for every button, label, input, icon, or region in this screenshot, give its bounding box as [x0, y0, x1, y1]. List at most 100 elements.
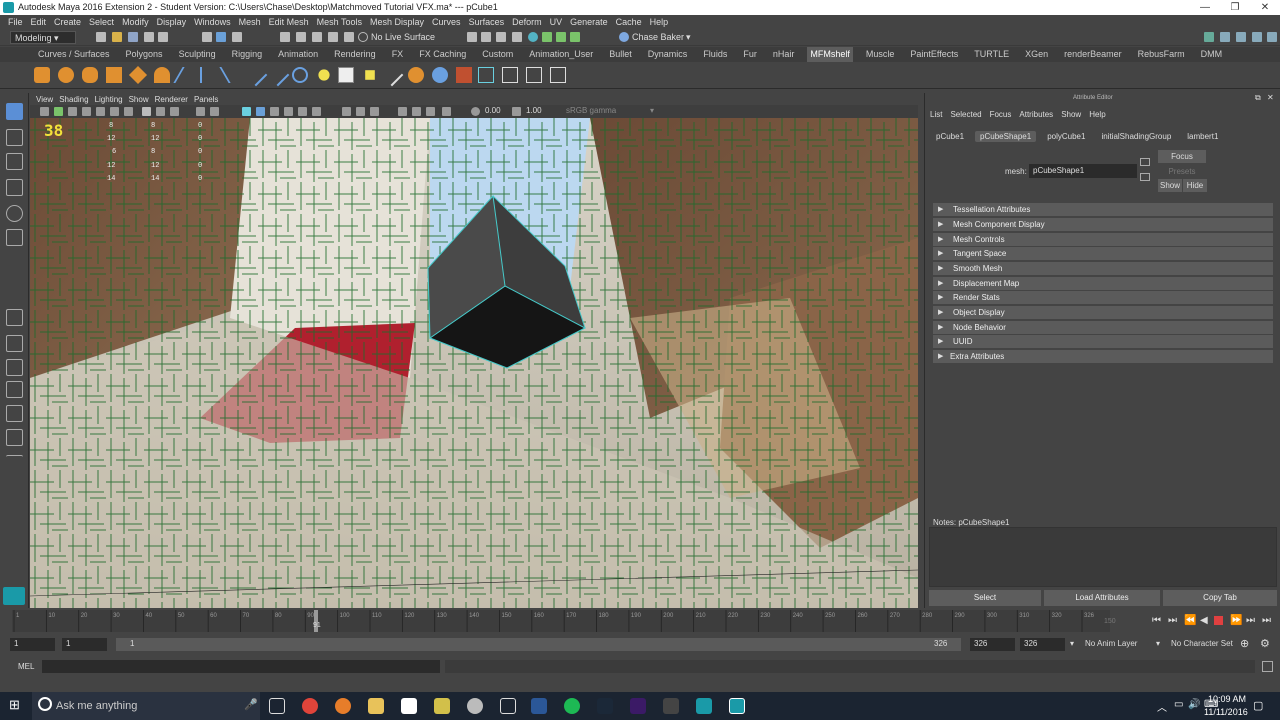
- gate-mask-icon[interactable]: [170, 107, 179, 116]
- shelf-tab-animation[interactable]: Animation: [275, 47, 321, 62]
- go-to-output-icon[interactable]: [1140, 173, 1150, 181]
- modeling-toolkit-icon[interactable]: [542, 32, 552, 42]
- section-render-stats[interactable]: Render Stats: [933, 291, 1273, 304]
- xray-joints-icon[interactable]: [412, 107, 421, 116]
- menu-file[interactable]: File: [8, 15, 23, 29]
- shelf-tab-rebusfarm[interactable]: RebusFarm: [1135, 47, 1188, 62]
- redo-icon[interactable]: [158, 32, 168, 42]
- focus-button[interactable]: Focus: [1158, 150, 1206, 163]
- hide-button[interactable]: Hide: [1183, 179, 1207, 192]
- shelf-tab-curves-surfaces[interactable]: Curves / Surfaces: [35, 47, 113, 62]
- playback-end-field[interactable]: 326: [970, 638, 1015, 651]
- chevron-up-icon[interactable]: ︿: [1157, 699, 1167, 714]
- section-mesh-controls[interactable]: Mesh Controls: [933, 233, 1273, 246]
- maya-launcher-icon[interactable]: [467, 698, 483, 714]
- shelf-tab-animation-user[interactable]: Animation_User: [526, 47, 596, 62]
- playback-start-field[interactable]: 1: [62, 638, 107, 651]
- ae-tab-pcube1[interactable]: pCube1: [931, 131, 969, 142]
- pen-app-icon[interactable]: [663, 698, 679, 714]
- notes-textarea[interactable]: [929, 527, 1277, 587]
- menu-help[interactable]: Help: [650, 15, 669, 29]
- sticky-app-icon[interactable]: [434, 698, 450, 714]
- range-start-thumb[interactable]: 1: [130, 639, 134, 648]
- shelf-tab-rendering[interactable]: Rendering: [331, 47, 379, 62]
- light-icon[interactable]: [318, 69, 330, 81]
- shelf-tab-fx[interactable]: FX: [389, 47, 407, 62]
- menu-surfaces[interactable]: Surfaces: [469, 15, 505, 29]
- 2d-pan-icon[interactable]: [96, 107, 105, 116]
- xray-components-icon[interactable]: [426, 107, 435, 116]
- rotate-tool-icon[interactable]: [6, 205, 23, 222]
- poly-plane-icon[interactable]: [128, 65, 148, 85]
- shader-ball-icon[interactable]: [408, 67, 424, 83]
- shelf-tab-fx-caching[interactable]: FX Caching: [416, 47, 469, 62]
- animation-end-field[interactable]: 326: [1020, 638, 1065, 651]
- time-slider[interactable]: 1 10 20 30 40 50 60 70 80 90 100 110 120 130 140 150 160…: [0, 608, 1280, 634]
- menu-edit-mesh[interactable]: Edit Mesh: [269, 15, 309, 29]
- spotify-icon[interactable]: [564, 698, 580, 714]
- section-extra-attributes[interactable]: Extra Attributes: [933, 350, 1273, 363]
- select-node-icon[interactable]: [1140, 158, 1150, 166]
- select-button[interactable]: Select: [929, 590, 1041, 606]
- chrome-icon[interactable]: [302, 698, 318, 714]
- colorspace-dropdown[interactable]: sRGB gamma: [566, 106, 616, 115]
- clock-date[interactable]: 11/11/2016: [1204, 707, 1248, 717]
- film-gate-icon[interactable]: [142, 107, 151, 116]
- snap-point-icon[interactable]: [312, 32, 322, 42]
- range-bar[interactable]: 1 326: [116, 638, 961, 651]
- bevel-icon[interactable]: [292, 67, 308, 83]
- shelf-tab-xgen[interactable]: XGen: [1022, 47, 1051, 62]
- minimize-button[interactable]: —: [1190, 0, 1220, 15]
- multicut-icon[interactable]: [200, 67, 216, 83]
- grease-pencil-icon[interactable]: [110, 107, 119, 116]
- shadows-icon[interactable]: [312, 107, 321, 116]
- point-light-icon[interactable]: [365, 70, 375, 80]
- ae-menu-attributes[interactable]: Attributes: [1019, 110, 1053, 119]
- select-component-icon[interactable]: [232, 32, 242, 42]
- sync-app-icon[interactable]: [500, 698, 516, 714]
- user-name[interactable]: Chase Baker: [632, 32, 684, 42]
- ae-tab-polycube1[interactable]: polyCube1: [1042, 131, 1090, 142]
- shelf-tab-sculpting[interactable]: Sculpting: [176, 47, 219, 62]
- go-to-end-icon[interactable]: ⏭: [1262, 615, 1271, 626]
- poly-sphere-icon[interactable]: [58, 67, 74, 83]
- section-tangent-space[interactable]: Tangent Space: [933, 247, 1273, 260]
- use-lights-icon[interactable]: [298, 107, 307, 116]
- maya-active-window-icon[interactable]: [729, 698, 745, 714]
- shelf-tab-renderbeamer[interactable]: renderBeamer: [1061, 47, 1125, 62]
- ae-menu-focus[interactable]: Focus: [990, 110, 1012, 119]
- snap-view-icon[interactable]: [328, 32, 338, 42]
- exposure-value[interactable]: 0.00: [485, 106, 501, 115]
- windows-start-icon[interactable]: ⊞: [9, 697, 20, 713]
- shelf-tab-painteffects[interactable]: PaintEffects: [907, 47, 961, 62]
- material-icon[interactable]: [432, 67, 448, 83]
- lasso-tool-icon[interactable]: [6, 129, 23, 146]
- perspective-viewport[interactable]: [30, 118, 918, 608]
- single-perspective-icon[interactable]: [6, 309, 23, 326]
- open-scene-icon[interactable]: [112, 32, 122, 42]
- shelf-tab-dmm[interactable]: DMM: [1198, 47, 1226, 62]
- float-panel-icon[interactable]: ⧉: [1255, 93, 1261, 103]
- workspace-icon[interactable]: [1204, 32, 1214, 42]
- new-scene-icon[interactable]: [96, 32, 106, 42]
- more-layouts-icon[interactable]: [6, 455, 23, 472]
- poly-cube-icon[interactable]: [34, 67, 50, 83]
- menu-edit[interactable]: Edit: [31, 15, 47, 29]
- menu-set-dropdown[interactable]: Modeling ▾: [10, 31, 76, 44]
- anim-layer-dropdown[interactable]: ▾: [1070, 639, 1074, 648]
- load-attributes-button[interactable]: Load Attributes: [1044, 590, 1160, 606]
- shelf-tab-custom[interactable]: Custom: [479, 47, 516, 62]
- xray-icon[interactable]: [398, 107, 407, 116]
- render-frame-icon[interactable]: [338, 67, 354, 83]
- shelf-tab-polygons[interactable]: Polygons: [123, 47, 166, 62]
- texture-icon[interactable]: [456, 67, 472, 83]
- menu-mesh-display[interactable]: Mesh Display: [370, 15, 424, 29]
- cortana-search[interactable]: Ask me anything 🎤: [32, 692, 260, 720]
- render-current-icon[interactable]: [467, 32, 477, 42]
- section-object-display[interactable]: Object Display: [933, 306, 1273, 319]
- shelf-tab-mfmshelf[interactable]: MFMshelf: [807, 47, 853, 62]
- menu-generate[interactable]: Generate: [570, 15, 608, 29]
- char-set-label[interactable]: No Character Set: [1171, 639, 1233, 648]
- volume-icon[interactable]: 🔊: [1188, 699, 1200, 710]
- insert-loop-icon[interactable]: [219, 67, 245, 83]
